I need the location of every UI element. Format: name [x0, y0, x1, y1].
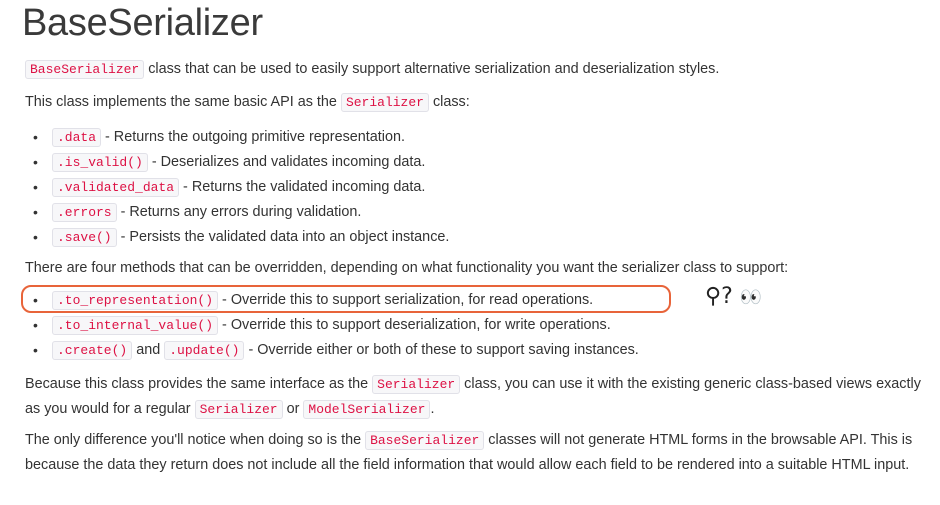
implements-paragraph: This class implements the same basic API… — [25, 90, 470, 115]
eyes-icon: 👀 — [739, 287, 763, 308]
page-title: BaseSerializer — [22, 2, 263, 44]
code-save: .save() — [52, 228, 117, 247]
code-data: .data — [52, 128, 102, 147]
list-item-mid: and — [132, 342, 165, 358]
list-item: • .validated_data - Returns the validated… — [30, 175, 449, 200]
code-validated-data: .validated_data — [52, 178, 180, 197]
highlight-outline — [21, 285, 671, 313]
only-difference-paragraph: The only difference you'll notice when d… — [25, 428, 937, 477]
list-item: • .create() and .update() - Override eith… — [30, 338, 639, 363]
bullet: • — [33, 154, 38, 170]
bullet: • — [33, 317, 38, 333]
code-is-valid: .is_valid() — [52, 153, 148, 172]
intro-paragraph: BaseSerializer class that can be used to… — [25, 57, 719, 82]
code-create: .create() — [52, 341, 133, 360]
code-update: .update() — [164, 341, 245, 360]
bullet: • — [33, 342, 38, 358]
code-serializer: Serializer — [340, 93, 429, 112]
code-errors: .errors — [52, 203, 117, 222]
implements-before: This class implements the same basic API… — [25, 94, 341, 110]
list-item: • .is_valid() - Deserializes and validate… — [30, 150, 449, 175]
bullet: • — [33, 179, 38, 195]
intro-text: class that can be used to easily support… — [144, 61, 720, 77]
code-modelserializer: ModelSerializer — [303, 400, 431, 419]
list-item: • .to_internal_value() - Override this to… — [30, 313, 639, 338]
list-item-text: - Deserializes and validates incoming da… — [147, 154, 426, 170]
code-baseserializer-2: BaseSerializer — [365, 431, 485, 450]
bullet: • — [33, 204, 38, 220]
because-text-1: Because this class provides the same int… — [25, 376, 373, 392]
code-baseserializer: BaseSerializer — [25, 60, 145, 79]
question-mark: ? — [721, 284, 733, 309]
implements-after: class: — [428, 94, 470, 110]
code-serializer-2: Serializer — [372, 375, 461, 394]
list-item-text: - Returns the validated incoming data. — [179, 179, 426, 195]
api-list: • .data - Returns the outgoing primitive … — [30, 125, 449, 250]
list-item: • .save() - Persists the validated data i… — [30, 225, 449, 250]
list-item: • .errors - Returns any errors during val… — [30, 200, 449, 225]
person-icon: ⚲ — [705, 284, 722, 309]
code-to-internal-value: .to_internal_value() — [52, 316, 219, 335]
because-text-3: or — [282, 401, 304, 417]
bullet: • — [33, 229, 38, 245]
list-item: • .data - Returns the outgoing primitive … — [30, 125, 449, 150]
because-text-4: . — [430, 401, 435, 417]
list-item-text: - Override this to support deserializati… — [218, 317, 611, 333]
four-methods-paragraph: There are four methods that can be overr… — [25, 260, 789, 276]
list-item-text: - Override either or both of these to su… — [244, 342, 639, 358]
annotation-note: ⚲? 👀 — [705, 284, 762, 309]
because-paragraph: Because this class provides the same int… — [25, 372, 937, 422]
list-item-text: - Returns any errors during validation. — [116, 204, 362, 220]
list-item-text: - Returns the outgoing primitive represe… — [101, 129, 405, 145]
only-diff-text-1: The only difference you'll notice when d… — [25, 432, 366, 448]
code-serializer-3: Serializer — [194, 400, 283, 419]
bullet: • — [33, 129, 38, 145]
list-item-text: - Persists the validated data into an ob… — [116, 229, 450, 245]
